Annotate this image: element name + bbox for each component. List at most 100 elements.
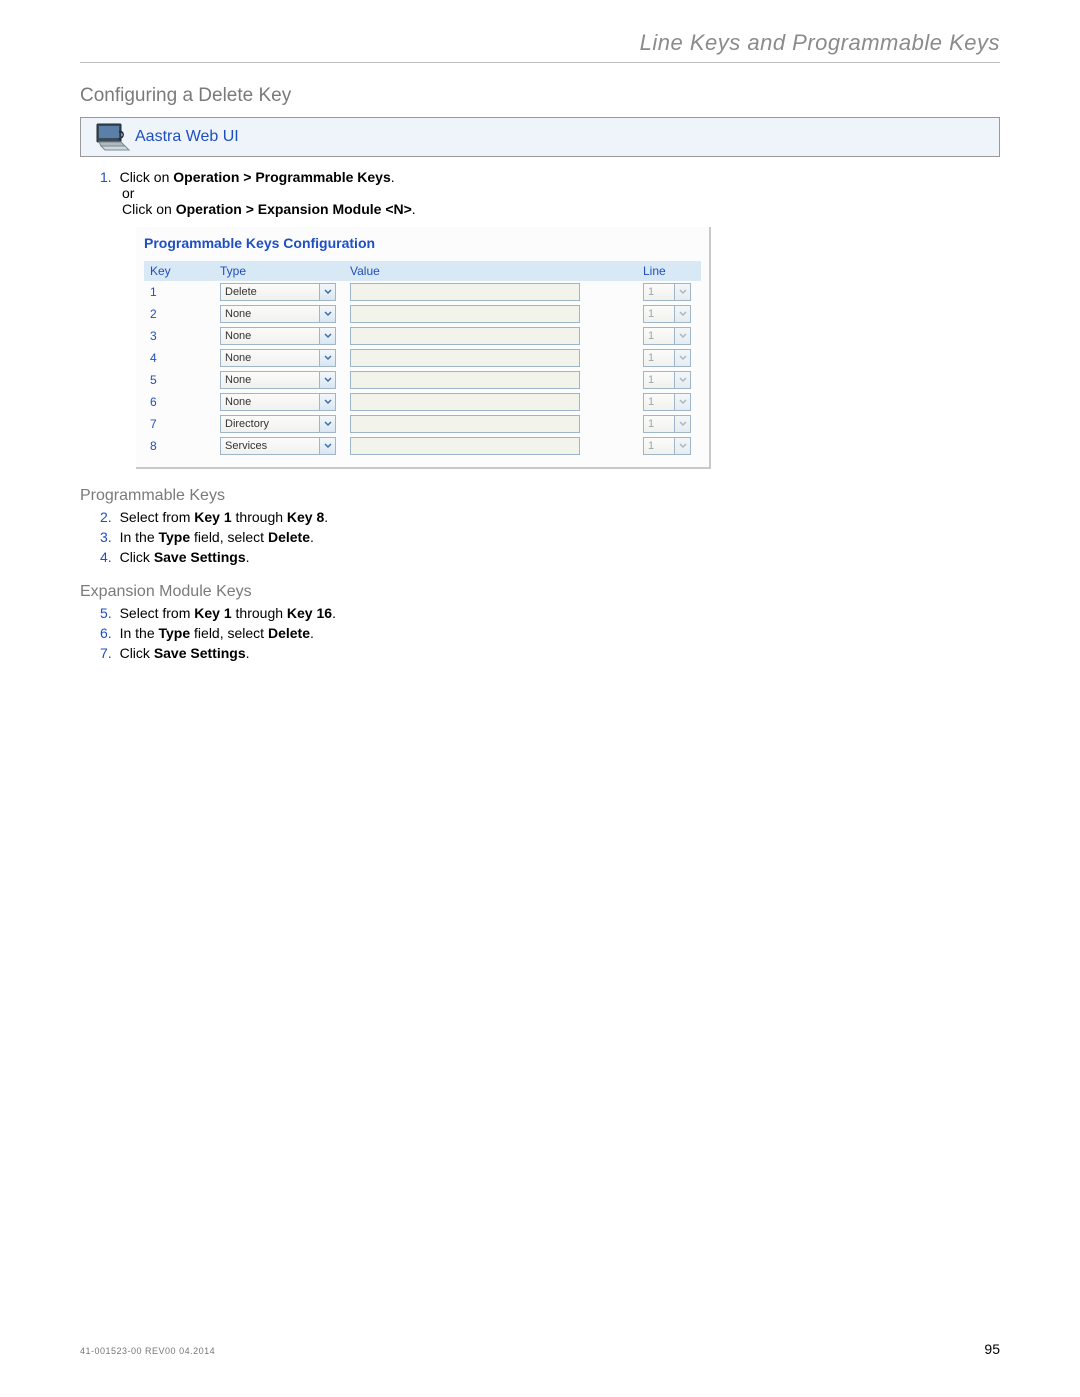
step-number: 6. xyxy=(100,625,112,641)
value-input[interactable] xyxy=(350,437,580,455)
line-value: 1 xyxy=(648,330,654,342)
type-dropdown[interactable]: Delete xyxy=(220,283,336,301)
step-text: . xyxy=(246,549,250,565)
line-value: 1 xyxy=(648,308,654,320)
step-5: 5. Select from Key 1 through Key 16. xyxy=(100,605,1000,621)
step-text: Click xyxy=(120,549,154,565)
value-input[interactable] xyxy=(350,305,580,323)
type-value: Directory xyxy=(225,418,269,430)
chevron-down-icon xyxy=(674,372,690,388)
table-row: 7 Directory 1 xyxy=(144,413,701,435)
step-text: Select from xyxy=(120,605,195,621)
step-bold: Key 1 xyxy=(194,605,231,621)
type-value: None xyxy=(225,374,251,386)
step-bold: Key 16 xyxy=(287,605,332,621)
value-input[interactable] xyxy=(350,283,580,301)
line-value: 1 xyxy=(648,396,654,408)
step-or: or xyxy=(122,185,1000,201)
type-dropdown[interactable]: None xyxy=(220,327,336,345)
chevron-down-icon[interactable] xyxy=(319,306,335,322)
step-6: 6. In the Type field, select Delete. xyxy=(100,625,1000,641)
step-2: 2. Select from Key 1 through Key 8. xyxy=(100,509,1000,525)
chevron-down-icon[interactable] xyxy=(319,350,335,366)
table-row: 3None1 xyxy=(144,325,701,347)
chevron-down-icon[interactable] xyxy=(319,328,335,344)
step-bold: Type xyxy=(159,625,191,641)
table-row: 8Services1 xyxy=(144,435,701,457)
value-input[interactable] xyxy=(350,393,580,411)
step-text: In the xyxy=(120,529,159,545)
key-number: 7 xyxy=(144,413,214,435)
type-value: Delete xyxy=(225,286,257,298)
value-input[interactable] xyxy=(350,327,580,345)
step-number: 7. xyxy=(100,645,112,661)
step-bold: Key 8 xyxy=(287,509,324,525)
value-input[interactable] xyxy=(350,415,580,433)
type-dropdown[interactable]: None xyxy=(220,305,336,323)
step-bold: Delete xyxy=(268,625,310,641)
key-number: 1 xyxy=(144,281,214,303)
type-dropdown[interactable]: Directory xyxy=(220,415,336,433)
line-value: 1 xyxy=(648,286,654,298)
key-number: 5 xyxy=(144,369,214,391)
table-row: 1 Delete 1 xyxy=(144,281,701,303)
step-text: Click on xyxy=(122,201,176,217)
step-bold: Save Settings xyxy=(154,549,246,565)
step-text: Select from xyxy=(120,509,195,525)
line-dropdown: 1 xyxy=(643,415,691,433)
chevron-down-icon[interactable] xyxy=(319,372,335,388)
step-number: 3. xyxy=(100,529,112,545)
step-text: through xyxy=(232,605,287,621)
th-key: Key xyxy=(144,261,214,281)
chevron-down-icon[interactable] xyxy=(319,416,335,432)
step-text: In the xyxy=(120,625,159,641)
value-input[interactable] xyxy=(350,371,580,389)
step-text: Click on xyxy=(120,169,174,185)
step-text: field, select xyxy=(190,625,268,641)
line-value: 1 xyxy=(648,352,654,364)
step-text: . xyxy=(332,605,336,621)
step-text: . xyxy=(310,529,314,545)
step-text: . xyxy=(246,645,250,661)
step-path: Operation > Expansion Module <N> xyxy=(176,201,412,217)
computer-icon xyxy=(91,122,135,152)
chevron-down-icon xyxy=(674,306,690,322)
step-text: Click xyxy=(120,645,154,661)
step-bold: Key 1 xyxy=(194,509,231,525)
step-path: Operation > Programmable Keys xyxy=(173,169,390,185)
keys-table: Key Type Value Line 1Delete12None13None1… xyxy=(144,261,701,457)
key-number: 8 xyxy=(144,435,214,457)
type-dropdown[interactable]: None xyxy=(220,393,336,411)
line-value: 1 xyxy=(648,374,654,386)
type-dropdown[interactable]: None xyxy=(220,371,336,389)
line-dropdown: 1 xyxy=(643,393,691,411)
step-text: field, select xyxy=(190,529,268,545)
chevron-down-icon xyxy=(674,350,690,366)
step-bold: Save Settings xyxy=(154,645,246,661)
table-row: 5 None 1 xyxy=(144,369,701,391)
key-number: 2 xyxy=(144,303,214,325)
type-dropdown[interactable]: Services xyxy=(220,437,336,455)
step-text: . xyxy=(310,625,314,641)
page-number: 95 xyxy=(984,1341,1000,1357)
expansion-module-subhead: Expansion Module Keys xyxy=(80,583,1000,601)
type-value: None xyxy=(225,396,251,408)
chevron-down-icon[interactable] xyxy=(319,394,335,410)
step-text: . xyxy=(412,201,416,217)
table-row: 6None1 xyxy=(144,391,701,413)
line-dropdown: 1 xyxy=(643,305,691,323)
step-3: 3. In the Type field, select Delete. xyxy=(100,529,1000,545)
value-input[interactable] xyxy=(350,349,580,367)
table-row: 2 None 1 xyxy=(144,303,701,325)
chevron-down-icon[interactable] xyxy=(319,438,335,454)
line-value: 1 xyxy=(648,418,654,430)
chevron-down-icon xyxy=(674,416,690,432)
step-number: 5. xyxy=(100,605,112,621)
chevron-down-icon xyxy=(674,394,690,410)
section-title: Configuring a Delete Key xyxy=(80,85,1000,107)
chevron-down-icon[interactable] xyxy=(319,284,335,300)
step-4: 4. Click Save Settings. xyxy=(100,549,1000,565)
type-dropdown[interactable]: None xyxy=(220,349,336,367)
doc-id: 41-001523-00 REV00 04.2014 xyxy=(80,1346,215,1356)
line-dropdown: 1 xyxy=(643,371,691,389)
